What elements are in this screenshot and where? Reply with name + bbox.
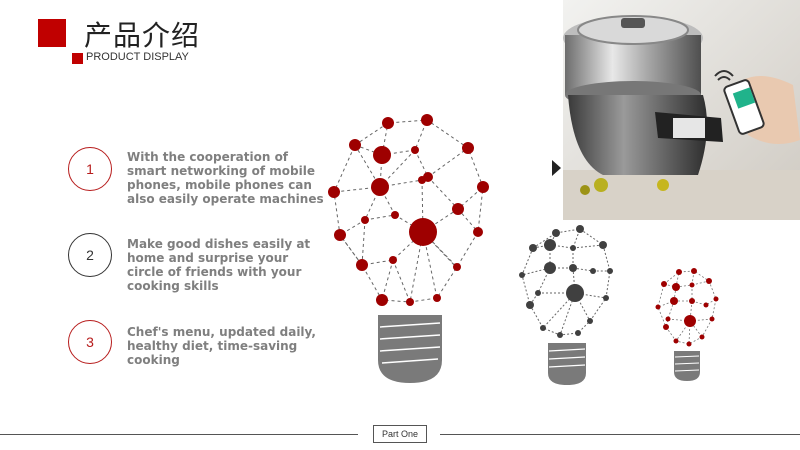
large-network-bulb — [328, 114, 489, 383]
page-subtitle: PRODUCT DISPLAY — [86, 51, 189, 63]
item-text-3: Chef's menu, updated daily, healthy diet… — [127, 325, 316, 367]
medium-network-bulb — [519, 225, 613, 385]
subtitle-accent-square — [72, 53, 83, 64]
page-title: 产品介绍 — [84, 19, 201, 52]
item-number-2: 2 — [68, 233, 112, 277]
item-text-2: Make good dishes easily at home and surp… — [127, 237, 311, 293]
footer-divider-left — [0, 434, 358, 435]
item-number-1: 1 — [68, 147, 112, 191]
item-text-1: With the cooperation of smart networking… — [127, 150, 324, 206]
title-accent-square — [38, 19, 66, 47]
section-label: Part One — [373, 425, 427, 443]
small-network-bulb — [655, 268, 719, 381]
bulb-illustrations — [328, 114, 719, 385]
item-number-3: 3 — [68, 320, 112, 364]
footer-divider-right — [440, 434, 800, 435]
